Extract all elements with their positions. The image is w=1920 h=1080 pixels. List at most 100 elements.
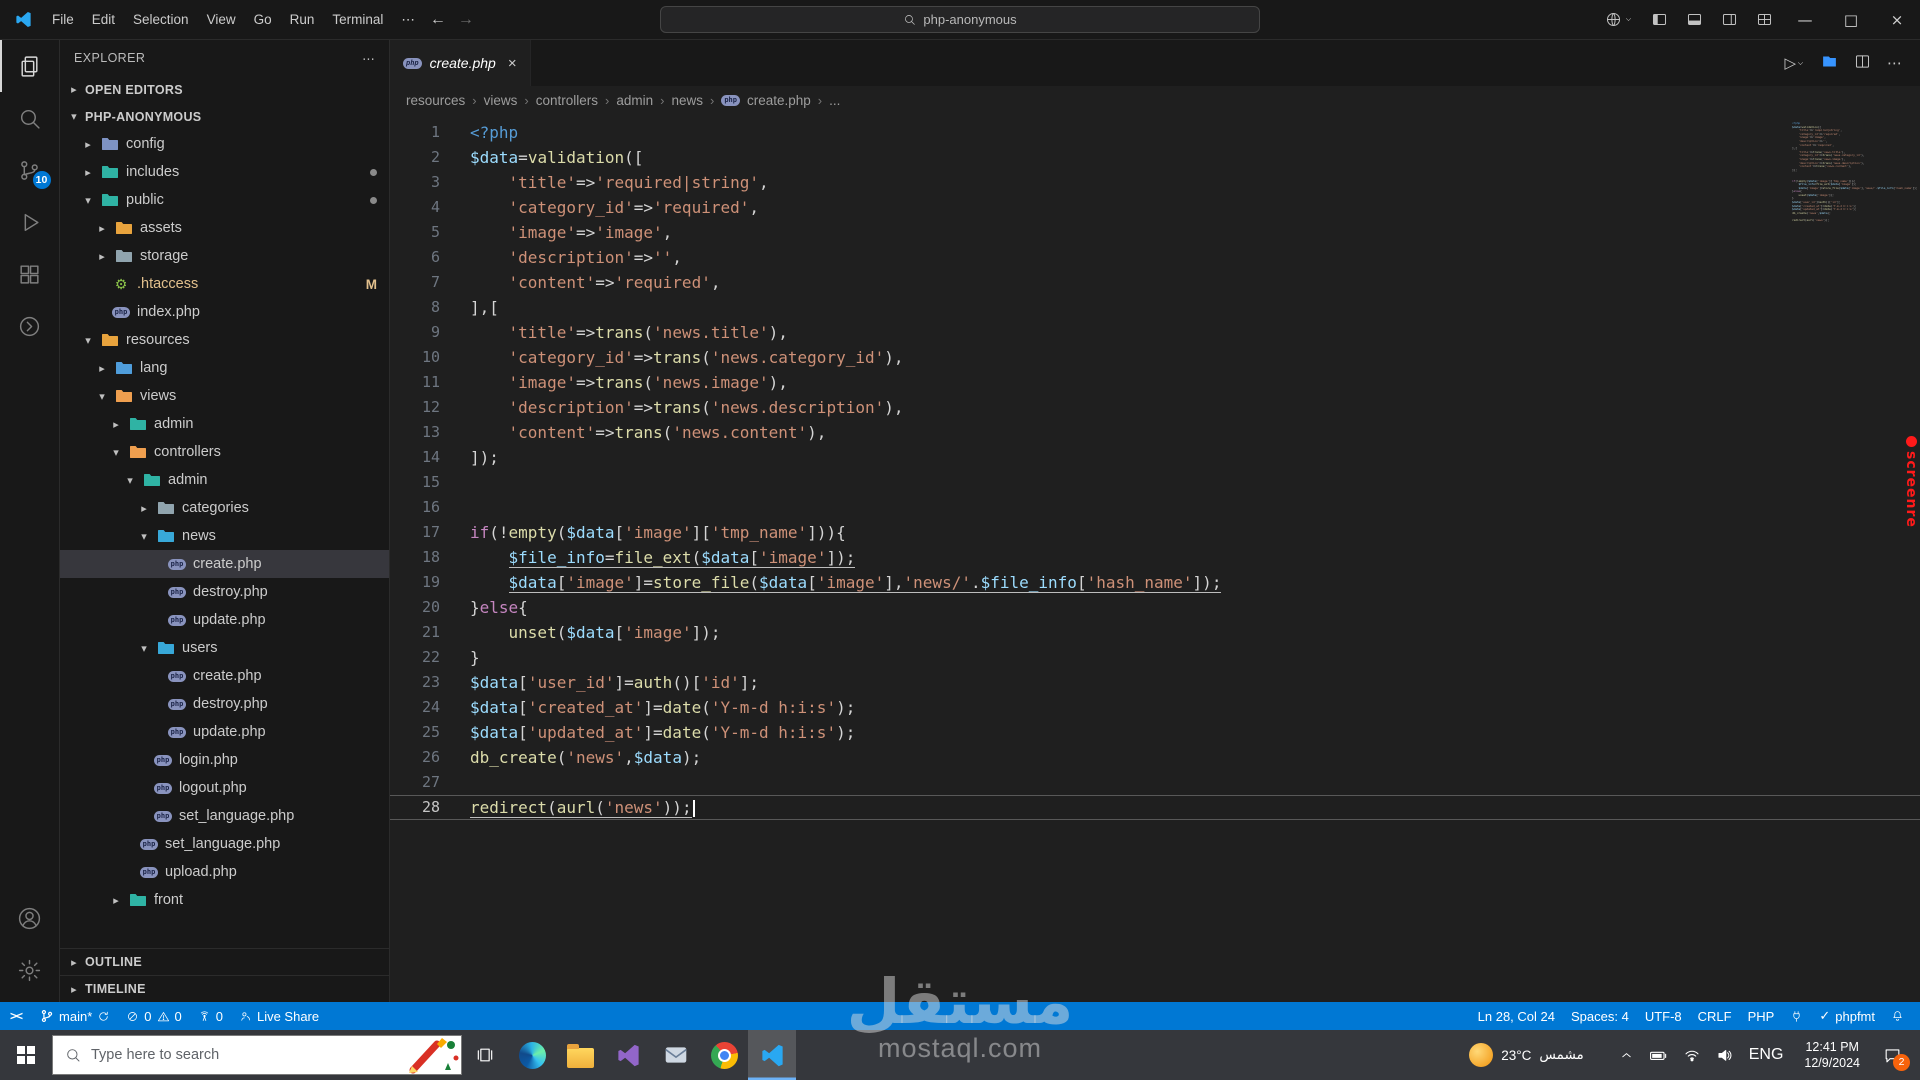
tree-item[interactable]: php upload.php xyxy=(60,858,389,886)
taskbar-clock[interactable]: 12:41 PM 12/9/2024 xyxy=(1804,1039,1860,1072)
explorer-more-icon[interactable]: ⋯ xyxy=(362,51,375,66)
menu-go[interactable]: Go xyxy=(245,7,281,32)
breadcrumb-views[interactable]: views xyxy=(484,93,518,108)
breadcrumb-controllers[interactable]: controllers xyxy=(536,93,598,108)
tray-expand-icon[interactable] xyxy=(1613,1048,1640,1063)
code-line[interactable]: 7 'content'=>'required', xyxy=(390,270,1920,295)
run-debug-icon[interactable] xyxy=(0,196,60,248)
close-button[interactable]: × xyxy=(1874,0,1920,40)
browser-profile-icon[interactable] xyxy=(1596,11,1642,28)
tree-item[interactable]: php update.php xyxy=(60,606,389,634)
toggle-panel-icon[interactable] xyxy=(1677,11,1712,28)
menu-more-icon[interactable]: ⋯ xyxy=(392,7,424,33)
indentation[interactable]: Spaces: 4 xyxy=(1563,1002,1637,1030)
back-icon[interactable]: ← xyxy=(430,11,446,29)
accounts-icon[interactable] xyxy=(0,892,60,944)
breadcrumb-file[interactable]: create.php xyxy=(747,93,811,108)
tree-item[interactable]: php set_language.php xyxy=(60,830,389,858)
weather-widget[interactable]: 23°C مشمس xyxy=(1469,1043,1584,1067)
tree-item[interactable]: ▸ categories xyxy=(60,494,389,522)
remote-explorer-icon[interactable] xyxy=(0,300,60,352)
tab-close-icon[interactable]: × xyxy=(508,55,517,72)
menu-view[interactable]: View xyxy=(198,7,245,32)
start-button[interactable] xyxy=(0,1030,52,1080)
code-line[interactable]: 18 $file_info=file_ext($data['image']); xyxy=(390,545,1920,570)
tree-item[interactable]: php destroy.php xyxy=(60,690,389,718)
menu-edit[interactable]: Edit xyxy=(83,7,124,32)
formatter-status[interactable]: ✓ phpfmt xyxy=(1811,1002,1883,1030)
input-language[interactable]: ENG xyxy=(1743,1046,1790,1064)
split-editor-icon[interactable] xyxy=(1854,53,1871,74)
toggle-secondary-sidebar-icon[interactable] xyxy=(1712,11,1747,28)
tree-item[interactable]: ▸ storage xyxy=(60,242,389,270)
open-editors-section[interactable]: ▸ OPEN EDITORS xyxy=(60,76,389,103)
taskbar-visual-studio-icon[interactable] xyxy=(604,1030,652,1080)
code-line[interactable]: 19 $data['image']=store_file($data['imag… xyxy=(390,570,1920,595)
code-line[interactable]: 26 db_create('news',$data); xyxy=(390,745,1920,770)
extensions-icon[interactable] xyxy=(0,248,60,300)
code-line[interactable]: 13 'content'=>trans('news.content'), xyxy=(390,420,1920,445)
network-icon[interactable] xyxy=(1677,1046,1707,1064)
tree-item[interactable]: ⚙ .htaccess M xyxy=(60,270,389,298)
extension-status-icon[interactable] xyxy=(1782,1002,1811,1030)
tree-item[interactable]: ▾ resources xyxy=(60,326,389,354)
tree-item[interactable]: ▸ lang xyxy=(60,354,389,382)
code-line[interactable]: 1 <?php xyxy=(390,120,1920,145)
maximize-button[interactable]: □ xyxy=(1828,0,1874,40)
outline-section[interactable]: ▸ OUTLINE xyxy=(60,948,389,975)
tree-item[interactable]: php login.php xyxy=(60,746,389,774)
code-line[interactable]: 20}else{ xyxy=(390,595,1920,620)
search-view-icon[interactable] xyxy=(0,92,60,144)
code-line[interactable]: 9 'title'=>trans('news.title'), xyxy=(390,320,1920,345)
code-line[interactable]: 27 xyxy=(390,770,1920,795)
minimap[interactable]: <?php $data=validation([ 'title'=>'requir… xyxy=(1792,121,1918,223)
tree-item[interactable]: ▾ controllers xyxy=(60,438,389,466)
code-line[interactable]: 23 $data['user_id']=auth()['id']; xyxy=(390,670,1920,695)
tree-item[interactable]: php create.php xyxy=(60,662,389,690)
tree-item[interactable]: ▾ views xyxy=(60,382,389,410)
code-line[interactable]: 4 'category_id'=>'required', xyxy=(390,195,1920,220)
tree-item[interactable]: php create.php xyxy=(60,550,389,578)
settings-gear-icon[interactable] xyxy=(0,944,60,996)
taskbar-chrome-icon[interactable] xyxy=(700,1030,748,1080)
taskbar-vscode-icon[interactable] xyxy=(748,1030,796,1080)
breadcrumb-admin[interactable]: admin xyxy=(616,93,653,108)
task-view-icon[interactable] xyxy=(462,1030,508,1080)
battery-icon[interactable] xyxy=(1643,1046,1674,1065)
toggle-sidebar-icon[interactable] xyxy=(1642,11,1677,28)
code-line[interactable]: 8],[ xyxy=(390,295,1920,320)
code-line[interactable]: 17 if(!empty($data['image']['tmp_name']))… xyxy=(390,520,1920,545)
action-center-icon[interactable]: 2 xyxy=(1875,1046,1910,1071)
taskbar-mail-icon[interactable] xyxy=(652,1030,700,1080)
breadcrumb-symbol[interactable]: ... xyxy=(829,93,840,108)
language-mode[interactable]: PHP xyxy=(1740,1002,1783,1030)
notifications-bell-icon[interactable] xyxy=(1883,1002,1912,1030)
code-line[interactable]: 3 'title'=>'required|string', xyxy=(390,170,1920,195)
editor-more-actions-icon[interactable]: ⋯ xyxy=(1887,54,1902,72)
menu-terminal[interactable]: Terminal xyxy=(323,7,392,32)
code-line[interactable]: 21 unset($data['image']); xyxy=(390,620,1920,645)
code-line[interactable]: 14]); xyxy=(390,445,1920,470)
command-center-search[interactable]: php-anonymous xyxy=(660,6,1260,33)
ports-status[interactable]: 0 xyxy=(190,1002,231,1030)
timeline-section[interactable]: ▸ TIMELINE xyxy=(60,975,389,1002)
code-line[interactable]: 22} xyxy=(390,645,1920,670)
tree-item[interactable]: ▾ users xyxy=(60,634,389,662)
tree-item[interactable]: php index.php xyxy=(60,298,389,326)
tab-create-php[interactable]: php create.php × xyxy=(390,40,531,86)
minimize-button[interactable]: — xyxy=(1782,0,1828,40)
tree-item[interactable]: ▸ front xyxy=(60,886,389,914)
tree-item[interactable]: ▸ assets xyxy=(60,214,389,242)
menu-file[interactable]: File xyxy=(43,7,83,32)
code-line[interactable]: 10 'category_id'=>trans('news.category_i… xyxy=(390,345,1920,370)
volume-icon[interactable] xyxy=(1710,1046,1740,1064)
tree-item[interactable]: php set_language.php xyxy=(60,802,389,830)
code-line[interactable]: 6 'description'=>'', xyxy=(390,245,1920,270)
code-line[interactable]: 12 'description'=>trans('news.descriptio… xyxy=(390,395,1920,420)
workspace-root[interactable]: ▾ PHP-ANONYMOUS xyxy=(60,103,389,130)
code-line[interactable]: 25 $data['updated_at']=date('Y-m-d h:i:s'… xyxy=(390,720,1920,745)
breadcrumb-resources[interactable]: resources xyxy=(406,93,465,108)
menu-selection[interactable]: Selection xyxy=(124,7,198,32)
taskbar-file-explorer-icon[interactable] xyxy=(556,1030,604,1080)
tree-item[interactable]: php destroy.php xyxy=(60,578,389,606)
